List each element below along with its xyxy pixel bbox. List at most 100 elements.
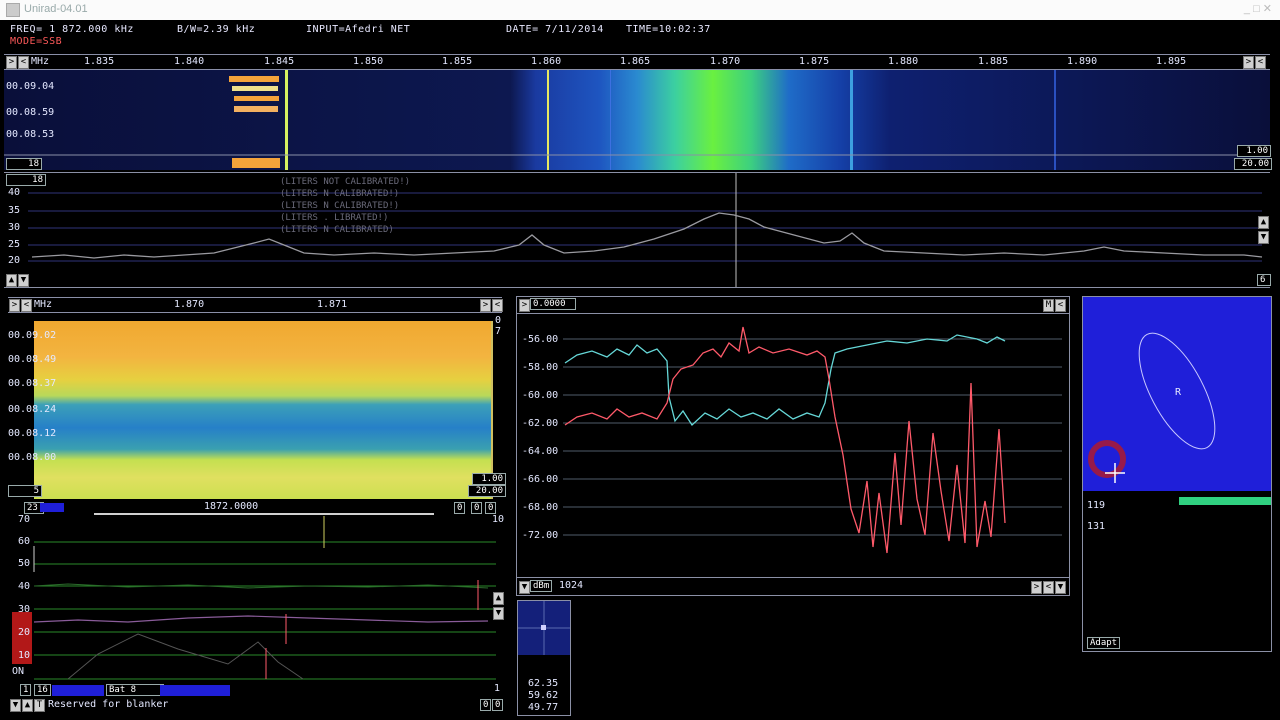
zoom-right-value: 7 (495, 326, 502, 337)
level-y-label: -64.00 (522, 446, 559, 457)
scale-tick: 1.840 (174, 56, 205, 67)
scale-tick: 1.870 (710, 56, 741, 67)
level-plot-mode[interactable]: M (1043, 299, 1054, 312)
waterfall-time: 00.08.53 (6, 129, 55, 140)
narrow-color-marker (40, 503, 64, 512)
narrow-y-label: 10 (18, 650, 31, 661)
narrow-control-box[interactable]: 16 (34, 684, 51, 696)
calibration-warning: (LITERS N CALIBRATED!) (280, 201, 400, 211)
zoom-range-box[interactable]: 20.00 (468, 485, 506, 497)
scroll-left-icon[interactable]: < (492, 299, 503, 312)
level-up-icon[interactable]: ▲ (22, 699, 33, 712)
window-controls[interactable]: _ □ ✕ (1244, 2, 1272, 15)
scroll-right-icon[interactable]: > (9, 299, 20, 312)
narrow-y-label: 50 (18, 558, 31, 569)
adapt-button[interactable]: Adapt (1087, 637, 1121, 649)
zoom-scale-unit: MHz (34, 299, 53, 310)
scale-tick: 1.890 (1067, 56, 1098, 67)
polar-panel[interactable]: R 119 131 Adapt (1082, 296, 1272, 652)
narrow-y-label: 30 (18, 604, 31, 615)
narrow-spectrum-header: 23 1872.0000 0 0 0 (8, 500, 502, 515)
level-down-icon[interactable]: ▼ (10, 699, 21, 712)
narrow-center-freq: 1872.0000 (204, 501, 259, 512)
narrow-right-top: 10 (492, 514, 505, 525)
zoom-scale-tick: 1.870 (174, 299, 205, 310)
waterfall-scale-box[interactable]: 1.00 (1237, 145, 1271, 157)
narrow-color-swatch (160, 685, 230, 696)
scope-reading: 59.62 (528, 690, 559, 701)
bandwidth-readout: B/W=2.39 kHz (177, 24, 256, 35)
main-waterfall[interactable]: 00.09.04 00.08.59 00.08.53 18 1.00 20.00 (4, 70, 1272, 170)
zoom-scale-box[interactable]: 1.00 (472, 473, 506, 485)
blanker-label: Reserved for blanker (48, 699, 169, 710)
text-icon[interactable]: T (34, 699, 45, 712)
waterfall-time: 00.09.04 (6, 81, 55, 92)
scroll-left-icon[interactable]: < (1055, 299, 1066, 312)
main-frequency-scale[interactable]: > < MHz 1.835 1.840 1.845 1.850 1.855 1.… (4, 54, 1270, 70)
narrow-control-box[interactable]: 0 (492, 699, 504, 711)
level-plot-panel[interactable]: > 0.0000 M < -56.00 -58.00 -60.00 -62.00… (516, 296, 1070, 596)
waterfall-range-box[interactable]: 20.00 (1234, 158, 1272, 170)
scroll-left-icon[interactable]: < (1255, 56, 1266, 69)
spectrum-y-label: 20 (8, 255, 21, 266)
level-y-label: -68.00 (522, 502, 559, 513)
narrow-control-box[interactable]: 0 (480, 699, 492, 711)
scroll-right-icon[interactable]: > (480, 299, 491, 312)
spectrum-y-label: 30 (8, 222, 21, 233)
zoom-time: 00.08.49 (8, 354, 57, 365)
scroll-left-icon[interactable]: < (21, 299, 32, 312)
waterfall-level-box[interactable]: 18 (6, 158, 42, 170)
spectrum-ref-box[interactable]: 18 (6, 174, 46, 186)
level-plot-value[interactable]: 0.0000 (530, 298, 576, 310)
spectrum-right-box[interactable]: 6 (1257, 274, 1271, 286)
narrow-spectrum-controls: 1 16 Bat 8 ▼ ▲ T Reserved for blanker 0 … (8, 684, 504, 716)
level-y-label: -60.00 (522, 390, 559, 401)
level-y-label: -72.00 (522, 530, 559, 541)
level-up-icon[interactable]: ▲ (6, 274, 17, 287)
scale-tick: 1.850 (353, 56, 384, 67)
date-readout: DATE= 7/11/2014 (506, 24, 604, 35)
app-icon (6, 3, 20, 17)
level-unit[interactable]: dBm (530, 580, 553, 592)
level-down-icon[interactable]: ▼ (493, 607, 504, 620)
level-down-icon[interactable]: ▼ (18, 274, 29, 287)
zoom-level-box[interactable]: 5 (8, 485, 42, 497)
scroll-right-icon[interactable]: > (519, 299, 530, 312)
level-down-icon[interactable]: ▼ (519, 581, 530, 594)
mode-readout[interactable]: MODE=SSB (10, 36, 62, 47)
scroll-right-icon[interactable]: > (1243, 56, 1254, 69)
scroll-right-icon[interactable]: > (6, 56, 17, 69)
scale-tick: 1.835 (84, 56, 115, 67)
calibration-warning: (LITERS N CALIBRATED) (280, 225, 394, 235)
level-up-icon[interactable]: ▲ (1258, 216, 1269, 229)
zoom-waterfall[interactable]: 00.09.02 00.08.49 00.08.37 00.08.24 00.0… (8, 313, 506, 499)
level-down-icon[interactable]: ▼ (1055, 581, 1066, 594)
polar-value: 131 (1087, 521, 1106, 532)
spectrum-y-label: 35 (8, 205, 21, 216)
zoom-time: 00.08.12 (8, 428, 57, 439)
scale-tick: 1.855 (442, 56, 473, 67)
scroll-right-icon[interactable]: > (1031, 581, 1042, 594)
main-spectrum[interactable]: 18 40 35 30 25 20 (LITERS NOT CALIBRATED… (4, 172, 1271, 288)
zoom-frequency-scale[interactable]: > < MHz 1.870 1.871 > < (8, 297, 503, 313)
narrow-control-box[interactable]: 1 (20, 684, 32, 696)
narrow-spectrum[interactable]: 70 60 50 40 30 20 10 ON 10 ▲ ▼ 1 (8, 514, 505, 694)
zoom-right-value: 0 (495, 315, 502, 326)
level-y-label: -62.00 (522, 418, 559, 429)
window-title: Unirad-04.01 (24, 3, 88, 15)
narrow-right-box[interactable]: 0 (471, 502, 483, 514)
level-up-icon[interactable]: ▲ (493, 592, 504, 605)
scroll-left-icon[interactable]: < (18, 56, 29, 69)
narrow-right-box[interactable]: 0 (454, 502, 466, 514)
battery-indicator: Bat 8 (106, 684, 164, 696)
small-scope[interactable]: 62.35 59.62 49.77 (517, 600, 571, 716)
narrow-right-box[interactable]: 0 (485, 502, 497, 514)
scale-unit: MHz (31, 56, 50, 67)
calibration-warning: (LITERS NOT CALIBRATED!) (280, 177, 411, 187)
narrow-on-label[interactable]: ON (12, 666, 24, 677)
scroll-left-icon[interactable]: < (1043, 581, 1054, 594)
level-down-icon[interactable]: ▼ (1258, 231, 1269, 244)
narrow-y-label: 60 (18, 536, 31, 547)
spectrum-y-label: 40 (8, 187, 21, 198)
calibration-warning: (LITERS . LIBRATED!) (280, 213, 389, 223)
